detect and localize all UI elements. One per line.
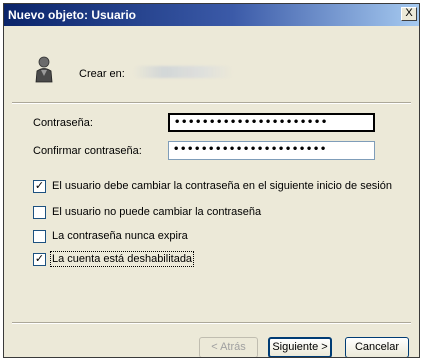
separator-top: [12, 102, 411, 104]
checkbox-account-disabled[interactable]: ✓: [33, 253, 46, 266]
password-value: ••••••••••••••••••••••: [174, 117, 328, 128]
checkmark-icon: ✓: [34, 180, 45, 192]
checkbox-must-change[interactable]: ✓: [33, 180, 46, 193]
password-label: Contraseña:: [33, 117, 93, 129]
create-in-label: Crear en:: [79, 68, 125, 80]
back-button[interactable]: < Atrás: [199, 337, 258, 357]
must-change-label: El usuario debe cambiar la contraseña en…: [52, 180, 392, 192]
checkmark-icon: ✓: [34, 253, 45, 265]
confirm-password-value: ••••••••••••••••••••••: [173, 144, 327, 155]
confirm-password-field[interactable]: ••••••••••••••••••••••: [168, 141, 375, 160]
container-path-blurred: [133, 66, 233, 78]
checkbox-never-expires[interactable]: [33, 230, 46, 243]
cannot-change-label: El usuario no puede cambiar la contraseñ…: [52, 206, 262, 218]
next-button[interactable]: Siguiente >: [268, 337, 332, 357]
never-expires-label: La contraseña nunca expira: [52, 230, 188, 242]
window-title: Nuevo objeto: Usuario: [8, 8, 137, 22]
close-button[interactable]: X: [401, 7, 417, 21]
account-disabled-label: La cuenta está deshabilitada: [49, 251, 195, 267]
confirm-password-label: Confirmar contraseña:: [33, 145, 142, 157]
checkbox-cannot-change[interactable]: [33, 206, 46, 219]
separator-bottom: [12, 322, 411, 324]
dialog-window: Nuevo objeto: Usuario X Crear en: Contra…: [3, 3, 420, 358]
title-bar[interactable]: Nuevo objeto: Usuario X: [4, 4, 419, 26]
cancel-button[interactable]: Cancelar: [345, 337, 409, 357]
user-icon: [33, 56, 55, 87]
password-field[interactable]: ••••••••••••••••••••••: [168, 113, 375, 132]
